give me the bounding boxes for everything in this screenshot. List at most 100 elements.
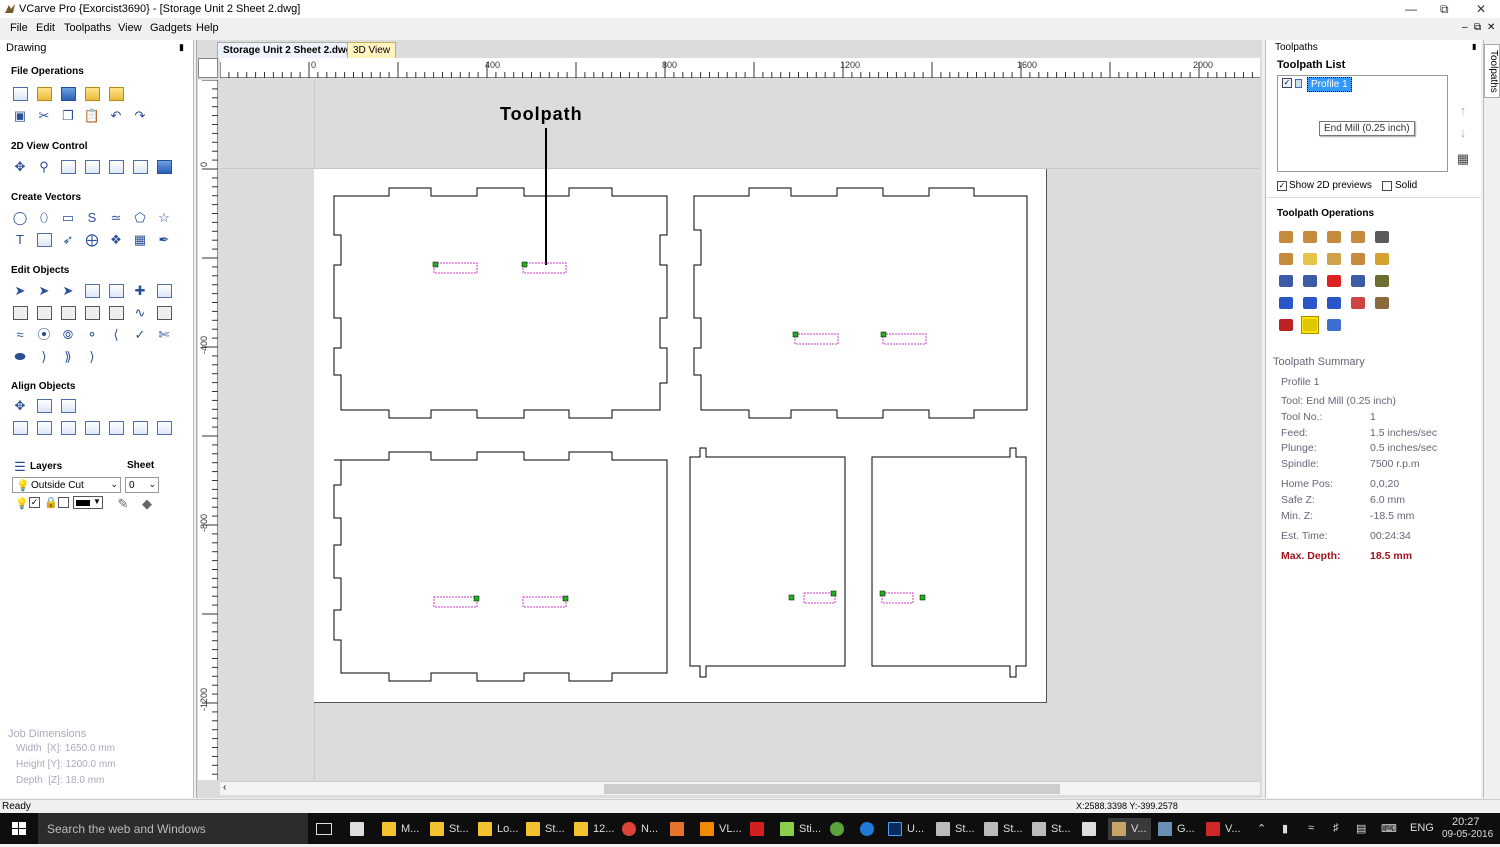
zoom-icon[interactable]: ⚲: [35, 158, 53, 176]
taskbar-item[interactable]: V...: [1206, 818, 1241, 840]
taskbar-item[interactable]: St...: [430, 818, 469, 840]
transform-icon[interactable]: ➤: [59, 282, 77, 300]
smooth-icon[interactable]: ⬬: [11, 348, 29, 366]
minimize-icon[interactable]: —: [1405, 2, 1417, 16]
align-horizontal-icon[interactable]: [35, 397, 53, 415]
save-file-icon[interactable]: [59, 85, 77, 103]
toolpath-op-save-icon[interactable]: [1301, 294, 1319, 312]
bezier-icon[interactable]: ⟫: [59, 348, 77, 366]
tray-chevron-icon[interactable]: ⌃: [1257, 822, 1266, 835]
menu-gadgets[interactable]: Gadgets: [150, 22, 192, 34]
mirror-icon[interactable]: [59, 304, 77, 322]
extend-icon[interactable]: ⟨: [107, 326, 125, 344]
clock-time[interactable]: 20:27: [1452, 816, 1480, 828]
toolpath-op-inlay-icon[interactable]: [1349, 228, 1367, 246]
move-up-icon[interactable]: ↑: [1454, 102, 1472, 120]
mdi-restore-icon[interactable]: ⧉: [1474, 22, 1481, 33]
align-right-icon[interactable]: [59, 419, 77, 437]
set-size-icon[interactable]: [35, 304, 53, 322]
menu-toolpaths[interactable]: Toolpaths: [64, 22, 111, 34]
toolpath-op-delete-icon[interactable]: [1325, 272, 1343, 290]
taskbar-item[interactable]: St...: [936, 818, 975, 840]
taskbar-item[interactable]: St...: [1032, 818, 1071, 840]
grid-toggle-icon[interactable]: [107, 158, 125, 176]
drawing-canvas[interactable]: Toolpath: [219, 80, 1260, 781]
center-in-job-icon[interactable]: [11, 419, 29, 437]
toolpath-op-preview-icon[interactable]: [1277, 294, 1295, 312]
show-2d-checkbox[interactable]: ✓: [1277, 181, 1287, 191]
undo-icon[interactable]: ↶: [107, 107, 125, 125]
mdi-minimize-icon[interactable]: –: [1462, 22, 1468, 33]
menu-view[interactable]: View: [118, 22, 142, 34]
pan-icon[interactable]: ✥: [11, 158, 29, 176]
toolpath-op-profile-icon[interactable]: [1277, 228, 1295, 246]
toolpath-list[interactable]: ✓ Profile 1 End Mill (0.25 inch): [1277, 75, 1448, 172]
arc-icon[interactable]: ⟩: [35, 348, 53, 366]
toolpath-op-copy-icon[interactable]: [1301, 272, 1319, 290]
toolpath-op-reset-icon[interactable]: [1277, 316, 1295, 334]
cut-icon[interactable]: ✂: [35, 107, 53, 125]
taskbar-item[interactable]: U...: [888, 818, 924, 840]
import-bitmap-icon[interactable]: [107, 85, 125, 103]
restore-icon[interactable]: ⧉: [1440, 2, 1449, 17]
ungroup-icon[interactable]: [107, 282, 125, 300]
scale-icon[interactable]: [155, 282, 173, 300]
taskbar-item[interactable]: Sti...: [780, 818, 821, 840]
redo-icon[interactable]: ↷: [131, 107, 149, 125]
edge-icon[interactable]: [860, 818, 879, 840]
close-vector-icon[interactable]: ⚬: [83, 326, 101, 344]
align-center-icon[interactable]: ✥: [11, 397, 29, 415]
taskbar-item[interactable]: VL...: [700, 818, 742, 840]
layer-manager-icon[interactable]: ✎: [114, 495, 132, 513]
layer-color-picker[interactable]: ▼: [73, 496, 103, 509]
sheet-select[interactable]: 0 ⌄: [125, 477, 159, 493]
zoom-all-icon[interactable]: [59, 158, 77, 176]
taskbar-item[interactable]: G...: [1158, 818, 1195, 840]
horizontal-scrollbar[interactable]: ‹: [220, 781, 1260, 795]
toolpath-op-quick-engrave-icon[interactable]: [1301, 250, 1319, 268]
menu-edit[interactable]: Edit: [36, 22, 55, 34]
layer-fill-box[interactable]: [58, 497, 69, 508]
layer-checkbox[interactable]: ✓: [29, 497, 40, 508]
scissors-icon[interactable]: ✄: [155, 326, 173, 344]
flash-icon[interactable]: [750, 818, 769, 840]
curve-icon[interactable]: ≃: [107, 209, 125, 227]
polygon-icon[interactable]: ⬠: [131, 209, 149, 227]
text-on-curve-icon[interactable]: ➶: [59, 231, 77, 249]
tab-3d-view[interactable]: 3D View: [347, 42, 397, 58]
toolpath-op-fluting-icon[interactable]: [1325, 250, 1343, 268]
toolpath-op-moulding-icon[interactable]: [1373, 250, 1391, 268]
taskbar-search-box[interactable]: Search the web and Windows: [38, 813, 308, 844]
layer-erase-icon[interactable]: ◆: [138, 495, 156, 513]
toolpath-op-prism-icon[interactable]: [1349, 250, 1367, 268]
node-edit-icon[interactable]: ➤: [35, 282, 53, 300]
taskbar-item[interactable]: St...: [526, 818, 565, 840]
toolpath-op-texture-icon[interactable]: [1277, 250, 1295, 268]
toolpath-op-close-icon[interactable]: [1325, 294, 1343, 312]
toolpath-op-save-toolpath-icon[interactable]: [1301, 316, 1319, 334]
space-vertical-icon[interactable]: [155, 419, 173, 437]
view-3d-icon[interactable]: [155, 158, 173, 176]
weld-icon[interactable]: ≈: [11, 326, 29, 344]
toolpath-op-summary-icon[interactable]: [1349, 272, 1367, 290]
wifi-icon[interactable]: ≈: [1308, 822, 1314, 834]
clock-date[interactable]: 09-05-2016: [1442, 829, 1493, 840]
toolpath-op-pocket-icon[interactable]: [1301, 228, 1319, 246]
space-horizontal-icon[interactable]: [131, 419, 149, 437]
ellipse-icon[interactable]: ⬯: [35, 209, 53, 227]
menu-help[interactable]: Help: [196, 22, 219, 34]
delete-toolpath-icon[interactable]: ▦: [1454, 150, 1472, 168]
toolpath-op-drill-icon[interactable]: [1325, 228, 1343, 246]
solid-checkbox[interactable]: [1382, 181, 1392, 191]
taskbar-item[interactable]: St...: [984, 818, 1023, 840]
intersect-icon[interactable]: ⦾: [59, 326, 77, 344]
rectangle-icon[interactable]: ▭: [59, 209, 77, 227]
new-file-icon[interactable]: [11, 85, 29, 103]
offset-icon[interactable]: ∿: [131, 304, 149, 322]
align-vertical-icon[interactable]: [59, 397, 77, 415]
curve-fit-icon[interactable]: ⟩: [83, 348, 101, 366]
copy-icon[interactable]: ❐: [59, 107, 77, 125]
notifications-icon[interactable]: ▤: [1356, 822, 1366, 835]
move-icon[interactable]: [11, 304, 29, 322]
align-top-icon[interactable]: [83, 419, 101, 437]
